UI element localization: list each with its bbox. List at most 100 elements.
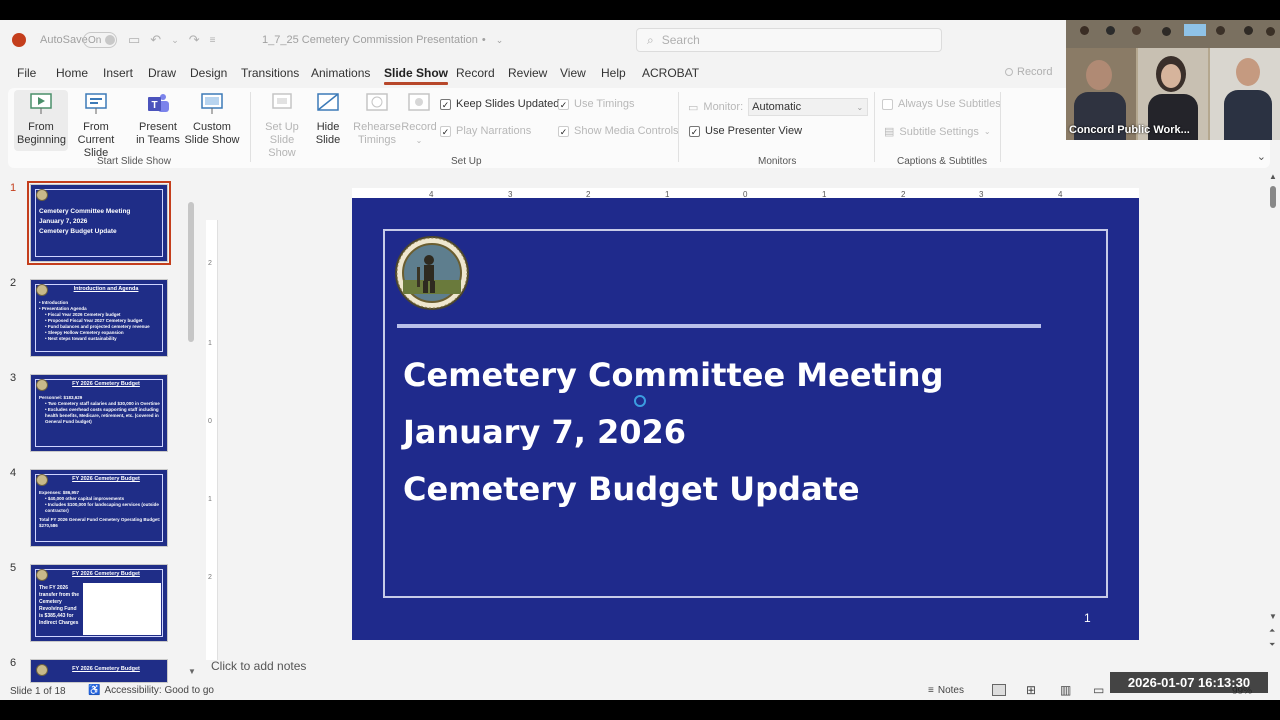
notes-placeholder: Click to add notes bbox=[211, 659, 307, 673]
thumb-line: Total FY 2026 General Fund Cemetery Oper… bbox=[39, 517, 161, 528]
monitor-selector[interactable]: ▭ Monitor: Automatic ⌄ bbox=[688, 98, 869, 116]
tab-transitions[interactable]: Transitions bbox=[241, 66, 299, 80]
scroll-up-arrow-icon[interactable]: ▲ bbox=[1269, 172, 1277, 181]
normal-view-icon[interactable] bbox=[992, 684, 1006, 696]
hide-slide-button[interactable]: Hide Slide bbox=[310, 92, 346, 147]
slide-thumbnail-1[interactable]: Cemetery Committee Meeting January 7, 20… bbox=[27, 181, 171, 265]
present-in-teams-label: Present in Teams bbox=[136, 121, 180, 146]
tab-draw[interactable]: Draw bbox=[148, 66, 176, 80]
tab-home[interactable]: Home bbox=[56, 66, 88, 80]
play-narrations-checkbox[interactable]: ✓ Play Narrations bbox=[440, 125, 531, 137]
thumb-line: • Next steps toward sustainability bbox=[45, 336, 117, 341]
slide-title-line-2[interactable]: January 7, 2026 bbox=[403, 413, 686, 451]
reading-view-icon[interactable]: ▥ bbox=[1060, 683, 1071, 697]
tab-review[interactable]: Review bbox=[508, 66, 547, 80]
hide-slide-icon bbox=[317, 93, 339, 111]
ribbon-collapse-chevron-icon[interactable]: ⌄ bbox=[1257, 150, 1266, 163]
tab-insert[interactable]: Insert bbox=[103, 66, 133, 80]
accessibility-checker[interactable]: ♿ Accessibility: Good to go bbox=[88, 685, 214, 696]
play-narrations-label: Play Narrations bbox=[456, 125, 532, 137]
scroll-thumb[interactable] bbox=[1270, 186, 1276, 208]
notes-toggle-button[interactable]: ≡ Notes bbox=[928, 685, 964, 696]
autosave-toggle[interactable]: On bbox=[83, 32, 117, 48]
slideshow-view-icon[interactable]: ▭ bbox=[1093, 683, 1104, 697]
from-current-slide-label: From Current Slide bbox=[77, 121, 115, 159]
previous-slide-icon[interactable]: ⏶ bbox=[1269, 626, 1275, 636]
keep-slides-updated-checkbox[interactable]: ✓ Keep Slides Updated bbox=[440, 98, 559, 110]
thumb-body: • Introduction • Presentation Agenda • F… bbox=[39, 300, 161, 342]
record-dot-icon bbox=[1005, 68, 1013, 76]
use-presenter-view-checkbox[interactable]: ✓ Use Presenter View bbox=[689, 125, 802, 137]
filename-chevron-icon[interactable]: ⌄ bbox=[496, 35, 504, 46]
town-seal-icon bbox=[36, 189, 48, 201]
video-gallery-strip bbox=[1066, 20, 1280, 48]
slide-scrollbar[interactable]: ▲ ▼ ⏶ ⏷ bbox=[1266, 172, 1280, 682]
tab-record[interactable]: Record bbox=[456, 66, 495, 80]
custom-slide-show-button[interactable]: Custom Slide Show bbox=[182, 92, 242, 147]
slide-thumbnail-6[interactable]: FY 2026 Cemetery Budget bbox=[30, 659, 168, 683]
accessibility-icon: ♿ bbox=[88, 685, 101, 696]
from-current-slide-button[interactable]: From Current Slide bbox=[66, 92, 126, 160]
thumb-body: Expenses: $86,957 • $40,000 other capita… bbox=[39, 490, 161, 529]
scroll-down-arrow-icon[interactable]: ▼ bbox=[188, 667, 196, 676]
subtitle-settings-button[interactable]: ▤ Subtitle Settings ⌄ bbox=[884, 125, 991, 139]
accessibility-label: Accessibility: Good to go bbox=[104, 685, 214, 696]
slide-title-line-3[interactable]: Cemetery Budget Update bbox=[403, 470, 860, 508]
slide-sorter-icon[interactable]: ⊞ bbox=[1026, 683, 1036, 697]
record-button[interactable]: Record bbox=[1005, 66, 1052, 78]
rehearse-timings-button[interactable]: Rehearse Timings bbox=[352, 92, 402, 147]
powerpoint-window: AutoSave On ▭ ↶ ⌄ ↷ ≡ 1_7_25 Cemetery Co… bbox=[0, 20, 1280, 700]
slide-title-line-1[interactable]: Cemetery Committee Meeting bbox=[403, 356, 943, 394]
town-seal-icon bbox=[36, 379, 48, 391]
notes-toggle-label: Notes bbox=[937, 685, 964, 696]
save-icon[interactable]: ▭ bbox=[128, 32, 140, 48]
scroll-down-arrow-icon[interactable]: ▼ bbox=[1269, 612, 1277, 621]
slide-thumbnail-2[interactable]: Introduction and Agenda • Introduction •… bbox=[30, 279, 168, 357]
thumb-body: The FY 2026 transfer from the Cemetery R… bbox=[39, 585, 80, 626]
monitor-dropdown[interactable]: Automatic ⌄ bbox=[748, 98, 869, 116]
notes-pane[interactable]: Click to add notes bbox=[200, 652, 1266, 680]
tab-animations[interactable]: Animations bbox=[311, 66, 370, 80]
notes-icon: ≡ bbox=[928, 685, 934, 696]
next-slide-icon[interactable]: ⏷ bbox=[1269, 640, 1275, 650]
video-call-overlay: Concord Public Work... bbox=[1066, 20, 1280, 140]
slide-thumbnail-3[interactable]: FY 2026 Cemetery Budget Personnel: $183,… bbox=[30, 374, 168, 452]
powerpoint-logo-icon bbox=[12, 33, 26, 47]
present-in-teams-button[interactable]: T Present in Teams bbox=[136, 92, 180, 147]
search-input[interactable]: ⌕ Search bbox=[636, 28, 942, 52]
loading-cursor-icon bbox=[634, 395, 646, 407]
thumbnail-scrollbar[interactable] bbox=[188, 202, 194, 342]
person-face bbox=[1236, 58, 1260, 86]
show-media-controls-checkbox[interactable]: ✓ Show Media Controls bbox=[558, 125, 679, 137]
always-use-subtitles-checkbox[interactable]: Always Use Subtitles bbox=[882, 98, 1001, 110]
current-slide-canvas[interactable]: Cemetery Committee Meeting January 7, 20… bbox=[352, 198, 1139, 640]
slide-thumbnail-4[interactable]: FY 2026 Cemetery Budget Expenses: $86,95… bbox=[30, 469, 168, 547]
use-timings-checkbox[interactable]: ✓ Use Timings bbox=[558, 98, 635, 110]
redo-icon[interactable]: ↷ bbox=[189, 32, 200, 48]
ribbon-tabs: File Home Insert Draw Design Transitions… bbox=[0, 62, 1060, 85]
file-name[interactable]: 1_7_25 Cemetery Commission Presentation bbox=[262, 34, 478, 46]
tab-slide-show[interactable]: Slide Show bbox=[384, 66, 449, 85]
tab-file[interactable]: File bbox=[17, 66, 36, 80]
undo-icon[interactable]: ↶ bbox=[150, 32, 161, 48]
captions-group-label: Captions & Subtitles bbox=[897, 156, 988, 167]
tab-help[interactable]: Help bbox=[601, 66, 626, 80]
town-seal-logo bbox=[395, 236, 469, 310]
show-media-controls-label: Show Media Controls bbox=[574, 125, 679, 137]
participant-thumb bbox=[1106, 26, 1115, 35]
video-timestamp: 2026-01-07 16:13:30 bbox=[1110, 672, 1268, 693]
from-beginning-button[interactable]: From Beginning bbox=[14, 90, 68, 151]
checkmark-icon: ✓ bbox=[558, 125, 569, 137]
tab-view[interactable]: View bbox=[560, 66, 586, 80]
dropdown-chevron-icon: ⌄ bbox=[856, 102, 864, 112]
record-slide-button[interactable]: Record ⌄ bbox=[401, 92, 437, 147]
set-up-slide-show-button[interactable]: Set Up Slide Show bbox=[256, 92, 308, 160]
participant-thumb bbox=[1162, 27, 1171, 36]
tab-acrobat[interactable]: ACROBAT bbox=[642, 66, 699, 80]
hide-slide-label: Hide Slide bbox=[315, 121, 341, 146]
undo-dropdown-icon[interactable]: ⌄ bbox=[171, 35, 179, 46]
tab-design[interactable]: Design bbox=[190, 66, 227, 80]
slide-thumbnail-5[interactable]: FY 2026 Cemetery Budget The FY 2026 tran… bbox=[30, 564, 168, 642]
teams-icon: T bbox=[148, 94, 169, 112]
customize-toolbar-icon[interactable]: ≡ bbox=[210, 35, 216, 46]
